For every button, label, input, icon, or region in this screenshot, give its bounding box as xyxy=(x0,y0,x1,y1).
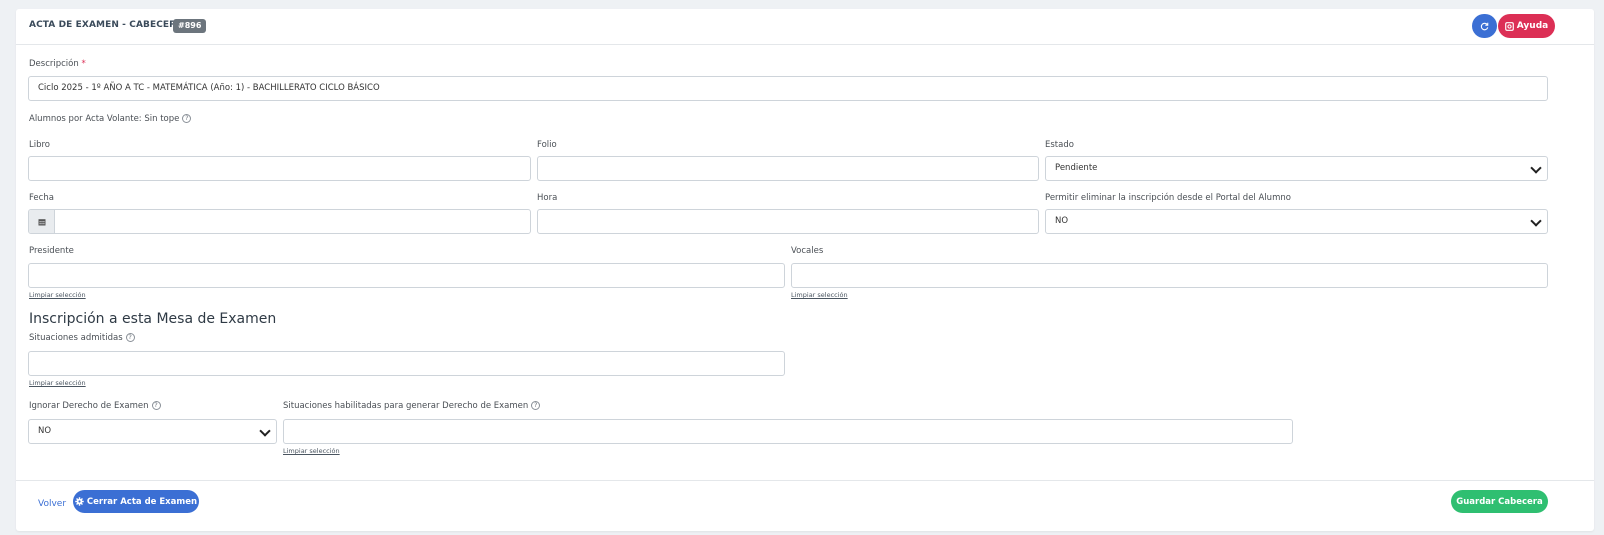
help-button-label: Ayuda xyxy=(1516,21,1549,31)
acta-card: ACTA DE EXAMEN - CABECERA #896 Ayuda Des… xyxy=(16,9,1594,531)
presidente-input[interactable] xyxy=(28,263,785,288)
id-badge: #896 xyxy=(173,19,207,33)
libro-input[interactable] xyxy=(28,156,531,181)
save-header-label: Guardar Cabecera xyxy=(1456,496,1543,507)
situaciones-habilitadas-clear-link[interactable]: Limpiar selección xyxy=(283,447,340,455)
alumnos-info-label: Alumnos por Acta Volante: Sin tope? xyxy=(29,114,192,124)
refresh-button[interactable] xyxy=(1472,14,1497,38)
help-question-icon[interactable]: ? xyxy=(182,114,192,123)
life-ring-icon xyxy=(1504,21,1514,31)
estado-select[interactable]: Pendiente xyxy=(1045,156,1548,181)
presidente-label: Presidente xyxy=(29,246,74,256)
presidente-clear-link[interactable]: Limpiar selección xyxy=(29,291,86,299)
save-header-button[interactable]: Guardar Cabecera xyxy=(1451,490,1548,513)
card-header: ACTA DE EXAMEN - CABECERA #896 Ayuda xyxy=(16,9,1594,45)
situaciones-habilitadas-label: Situaciones habilitadas para generar Der… xyxy=(283,401,541,411)
calendar-addon[interactable] xyxy=(29,210,55,233)
situaciones-habilitadas-input[interactable] xyxy=(283,419,1293,444)
close-acta-button[interactable]: Cerrar Acta de Examen xyxy=(73,490,199,513)
permitir-eliminar-label: Permitir eliminar la inscripción desde e… xyxy=(1045,193,1291,203)
fecha-input[interactable] xyxy=(28,209,531,234)
descripcion-input[interactable]: Ciclo 2025 - 1º AÑO A TC - MATEMÁTICA (A… xyxy=(28,76,1548,101)
help-question-icon[interactable]: ? xyxy=(151,401,161,410)
descripcion-label: Descripción * xyxy=(29,59,86,69)
calendar-icon xyxy=(38,218,45,225)
folio-label: Folio xyxy=(537,140,557,150)
card-footer: Volver Cerrar Acta de Examen Guardar Cab… xyxy=(16,480,1594,531)
situaciones-admitidas-label: Situaciones admitidas? xyxy=(29,333,135,343)
ignorar-derecho-select[interactable]: NO xyxy=(28,419,277,444)
help-question-icon[interactable]: ? xyxy=(125,333,135,342)
refresh-icon xyxy=(1480,22,1489,30)
inscripcion-section-title: Inscripción a esta Mesa de Examen xyxy=(29,311,277,327)
vocales-input[interactable] xyxy=(791,263,1548,288)
vocales-clear-link[interactable]: Limpiar selección xyxy=(791,291,848,299)
help-button[interactable]: Ayuda xyxy=(1498,14,1555,38)
vocales-label: Vocales xyxy=(791,246,824,256)
estado-label: Estado xyxy=(1045,140,1074,150)
page-title: ACTA DE EXAMEN - CABECERA xyxy=(29,20,184,30)
permitir-eliminar-selected: NO xyxy=(1055,216,1069,226)
ignorar-derecho-label: Ignorar Derecho de Examen? xyxy=(29,401,161,411)
hora-input[interactable] xyxy=(537,209,1039,234)
gear-icon xyxy=(75,497,84,506)
fecha-label: Fecha xyxy=(29,193,54,203)
help-question-icon[interactable]: ? xyxy=(531,401,541,410)
situaciones-admitidas-clear-link[interactable]: Limpiar selección xyxy=(29,379,86,387)
hora-label: Hora xyxy=(537,193,558,203)
estado-selected: Pendiente xyxy=(1055,163,1098,173)
libro-label: Libro xyxy=(29,140,51,150)
folio-input[interactable] xyxy=(537,156,1039,181)
situaciones-admitidas-input[interactable] xyxy=(28,351,785,376)
close-acta-label: Cerrar Acta de Examen xyxy=(86,496,198,507)
permitir-eliminar-select[interactable]: NO xyxy=(1045,209,1548,234)
ignorar-derecho-selected: NO xyxy=(38,426,52,436)
back-link[interactable]: Volver xyxy=(38,499,66,509)
